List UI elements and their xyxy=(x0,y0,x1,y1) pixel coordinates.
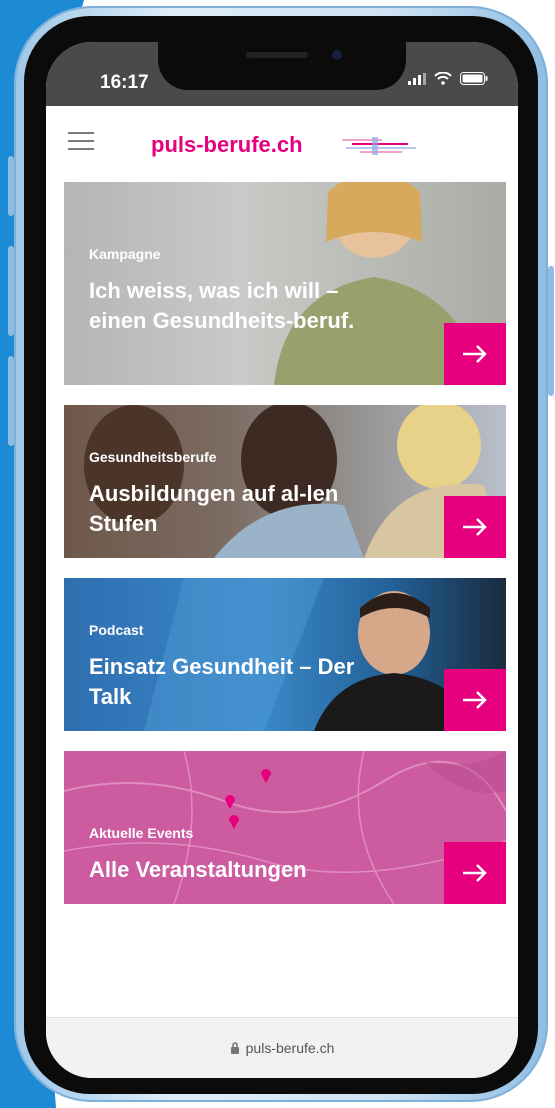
lock-icon xyxy=(230,1042,239,1054)
teaser-list: Kampagne Ich weiss, was ich will – einen… xyxy=(64,182,506,924)
status-icons xyxy=(408,72,488,85)
hamburger-menu-icon[interactable] xyxy=(68,132,94,152)
teaser-title: Ausbildungen auf al-len Stufen xyxy=(89,481,339,536)
arrow-right-button[interactable] xyxy=(444,669,506,731)
power-button xyxy=(548,266,554,396)
map-pin-icon xyxy=(225,795,235,809)
camera xyxy=(332,50,342,60)
teaser-eyebrow: Kampagne xyxy=(89,246,161,262)
url-text: puls-berufe.ch xyxy=(245,1040,335,1056)
side-button xyxy=(8,156,14,216)
side-button xyxy=(8,246,14,336)
notch xyxy=(158,42,406,90)
arrow-right-icon xyxy=(463,345,487,363)
arrow-right-button[interactable] xyxy=(444,842,506,904)
map-pin-icon xyxy=(261,769,271,783)
teaser-title: Alle Veranstaltungen xyxy=(89,857,307,882)
arrow-right-button[interactable] xyxy=(444,496,506,558)
browser-url-bar[interactable]: puls-berufe.ch xyxy=(46,1017,518,1078)
teaser-card-gesundheitsberufe[interactable]: Gesundheitsberufe Ausbildungen auf al-le… xyxy=(64,405,506,558)
status-time: 16:17 xyxy=(100,72,149,93)
site-header: puls-berufe.ch xyxy=(46,106,518,184)
teaser-card-podcast[interactable]: Podcast Einsatz Gesundheit – Der Talk xyxy=(64,578,506,731)
teaser-card-kampagne[interactable]: Kampagne Ich weiss, was ich will – einen… xyxy=(64,182,506,385)
teaser-eyebrow: Aktuelle Events xyxy=(89,825,194,841)
side-button xyxy=(8,356,14,446)
signal-icon xyxy=(408,72,426,85)
teaser-eyebrow: Gesundheitsberufe xyxy=(89,449,217,465)
teaser-card-events[interactable]: Aktuelle Events Alle Veranstaltungen xyxy=(64,751,506,904)
logo-pulse-icon xyxy=(342,137,416,155)
phone-screen: 16:17 puls-berufe.ch Kampagne Ich weiss,… xyxy=(46,42,518,1078)
arrow-right-icon xyxy=(463,691,487,709)
teaser-title: Ich weiss, was ich will – einen Gesundhe… xyxy=(89,278,355,333)
battery-icon xyxy=(460,72,488,85)
arrow-right-button[interactable] xyxy=(444,323,506,385)
teaser-title: Einsatz Gesundheit – Der Talk xyxy=(89,654,355,709)
arrow-right-icon xyxy=(463,518,487,536)
wifi-icon xyxy=(434,72,452,85)
site-logo[interactable]: puls-berufe.ch xyxy=(151,132,303,158)
speaker xyxy=(246,52,308,58)
teaser-eyebrow: Podcast xyxy=(89,622,144,638)
map-pin-icon xyxy=(229,815,239,829)
arrow-right-icon xyxy=(463,864,487,882)
